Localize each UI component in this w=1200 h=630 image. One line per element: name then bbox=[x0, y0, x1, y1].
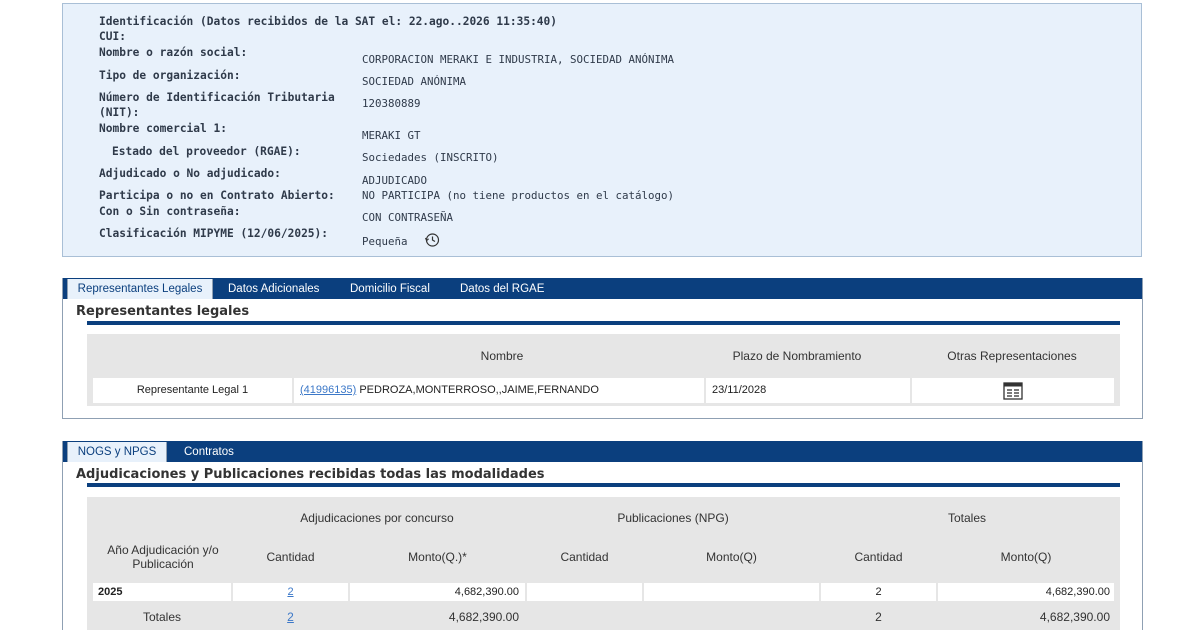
column-header-adj-cantidad: Cantidad bbox=[266, 550, 315, 564]
row-year: 2025 bbox=[93, 583, 231, 601]
row-pub-monto bbox=[644, 583, 819, 601]
field-label-estado-proveedor: Estado del proveedor (RGAE): bbox=[112, 145, 301, 158]
totals-tot-cantidad: 2 bbox=[875, 610, 882, 624]
tab-datos-rgae[interactable]: Datos del RGAE bbox=[460, 280, 544, 299]
field-value-estado-proveedor: Sociedades (INSCRITO) bbox=[362, 151, 499, 164]
group-header-adjudicaciones: Adjudicaciones por concurso bbox=[300, 511, 454, 525]
column-header-tot-cantidad: Cantidad bbox=[854, 550, 903, 564]
history-icon[interactable] bbox=[424, 232, 440, 252]
adjudicaciones-title: Adjudicaciones y Publicaciones recibidas… bbox=[76, 467, 545, 482]
tab-contratos[interactable]: Contratos bbox=[184, 443, 234, 462]
field-label-nombre-comercial: Nombre comercial 1: bbox=[99, 122, 227, 135]
totals-label: Totales bbox=[142, 610, 182, 624]
field-value-razon-social: CORPORACION MERAKI E INDUSTRIA, SOCIEDAD… bbox=[362, 53, 675, 66]
row-tot-monto: 4,682,390.00 bbox=[938, 583, 1114, 601]
row-pub-cantidad bbox=[527, 583, 642, 601]
totals-tot-monto: 4,682,390.00 bbox=[1039, 610, 1110, 624]
field-value-mipyme: Pequeña bbox=[362, 235, 408, 248]
representante-id-link[interactable]: (41996135) bbox=[300, 384, 356, 396]
representante-name: PEDROZA,MONTERROSO,,JAIME,FERNANDO bbox=[359, 384, 599, 396]
row-role: Representante Legal 1 bbox=[93, 378, 292, 403]
column-header-nombre: Nombre bbox=[480, 349, 524, 363]
totals-adj-cantidad-wrap: 2 bbox=[233, 610, 348, 624]
tab-datos-adicionales[interactable]: Datos Adicionales bbox=[228, 280, 319, 299]
row-tot-cantidad: 2 bbox=[821, 583, 936, 601]
column-header-otras: Otras Representaciones bbox=[947, 349, 1077, 363]
group-header-totales: Totales bbox=[947, 511, 987, 525]
field-label-razon-social: Nombre o razón social: bbox=[99, 46, 248, 59]
representantes-title: Representantes legales bbox=[76, 304, 250, 319]
identification-panel: Identificación (Datos recibidos de la SA… bbox=[62, 3, 1142, 257]
table-list-icon[interactable] bbox=[1003, 382, 1023, 403]
representantes-tabbar: Representantes Legales Datos Adicionales… bbox=[63, 278, 1142, 299]
field-value-nombre-comercial: MERAKI GT bbox=[362, 129, 421, 142]
field-label-mipyme: Clasificación MIPYME (12/06/2025): bbox=[99, 227, 329, 240]
table-row: (41996135) PEDROZA,MONTERROSO,,JAIME,FER… bbox=[294, 378, 704, 403]
identification-header: Identificación (Datos recibidos de la SA… bbox=[99, 15, 558, 28]
field-label-nit-2: (NIT): bbox=[99, 106, 140, 119]
column-header-pub-monto: Monto(Q) bbox=[706, 550, 757, 564]
adjudicaciones-table: Adjudicaciones por concurso Publicacione… bbox=[87, 497, 1120, 630]
field-label-nit: Número de Identificación Tributaria bbox=[99, 91, 335, 104]
tab-representantes-legales[interactable]: Representantes Legales bbox=[67, 279, 213, 299]
tab-nogs-npgs[interactable]: NOGS y NPGS bbox=[67, 442, 167, 462]
row-plazo: 23/11/2028 bbox=[706, 378, 910, 403]
field-value-tipo-organizacion: SOCIEDAD ANÓNIMA bbox=[362, 75, 467, 88]
field-label-adjudicado: Adjudicado o No adjudicado: bbox=[99, 167, 281, 180]
representantes-panel: Representantes Legales Datos Adicionales… bbox=[62, 278, 1143, 419]
field-value-nit: 120380889 bbox=[362, 97, 421, 110]
column-header-plazo: Plazo de Nombramiento bbox=[732, 349, 862, 363]
field-value-adjudicado: ADJUDICADO bbox=[362, 174, 428, 187]
field-value-contrasena: CON CONTRASEÑA bbox=[362, 211, 454, 224]
totals-adj-cantidad-link[interactable]: 2 bbox=[287, 610, 294, 624]
adj-cantidad-link[interactable]: 2 bbox=[287, 586, 293, 598]
field-value-contrato-abierto: NO PARTICIPA (no tiene productos en el c… bbox=[362, 189, 675, 202]
representantes-table: Nombre Plazo de Nombramiento Otras Repre… bbox=[87, 334, 1120, 406]
column-header-pub-cantidad: Cantidad bbox=[560, 550, 609, 564]
column-header-tot-monto: Monto(Q) bbox=[1000, 550, 1052, 564]
totals-adj-monto: 4,682,390.00 bbox=[448, 610, 519, 624]
field-label-tipo-organizacion: Tipo de organización: bbox=[99, 69, 241, 82]
adjudicaciones-tabbar: NOGS y NPGS Contratos bbox=[63, 441, 1142, 462]
field-value-mipyme-wrap: Pequeña bbox=[362, 232, 440, 252]
tab-domicilio-fiscal[interactable]: Domicilio Fiscal bbox=[350, 280, 430, 299]
field-label-cui: CUI: bbox=[99, 30, 126, 43]
adjudicaciones-panel: NOGS y NPGS Contratos Adjudicaciones y P… bbox=[62, 441, 1143, 630]
row-otras bbox=[912, 378, 1114, 403]
table-row: 2 bbox=[233, 583, 348, 601]
column-header-year: Año Adjudicación y/o Publicación bbox=[107, 543, 219, 571]
column-header-adj-monto: Monto(Q.)* bbox=[408, 550, 467, 564]
field-label-contrasena: Con o Sin contraseña: bbox=[99, 205, 241, 218]
field-label-contrato-abierto: Participa o no en Contrato Abierto: bbox=[99, 189, 335, 202]
representantes-rule bbox=[87, 321, 1120, 325]
group-header-publicaciones: Publicaciones (NPG) bbox=[617, 511, 729, 525]
row-adj-monto: 4,682,390.00 bbox=[350, 583, 525, 601]
adjudicaciones-rule bbox=[87, 483, 1120, 487]
